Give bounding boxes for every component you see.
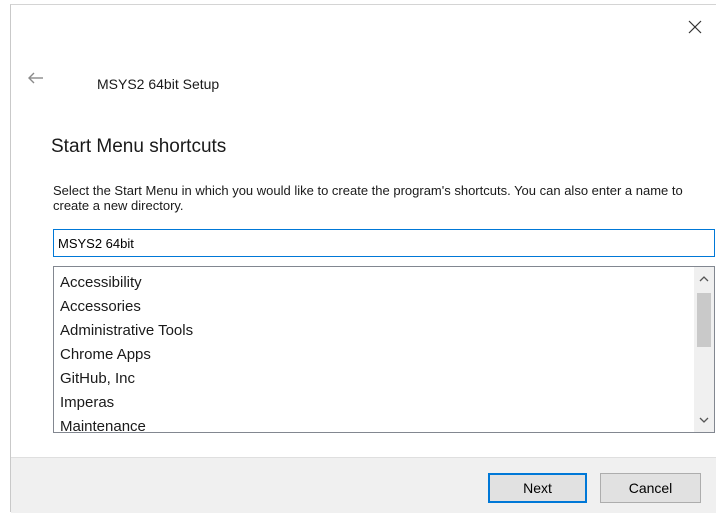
list-item[interactable]: Chrome Apps: [54, 343, 694, 367]
start-menu-folder-input[interactable]: [53, 229, 715, 257]
folder-list-items: Accessibility Accessories Administrative…: [54, 271, 694, 432]
chevron-up-icon: [699, 276, 709, 282]
list-item[interactable]: Imperas: [54, 391, 694, 415]
back-button[interactable]: [25, 69, 47, 87]
setup-window: MSYS2 64bit Setup Start Menu shortcuts S…: [10, 4, 716, 513]
footer-bar: Next Cancel: [11, 457, 716, 513]
back-arrow-icon: [28, 72, 43, 84]
close-icon: [688, 20, 702, 34]
cancel-button[interactable]: Cancel: [600, 473, 701, 503]
list-item[interactable]: Accessories: [54, 295, 694, 319]
list-item[interactable]: Maintenance: [54, 415, 694, 432]
list-scrollbar[interactable]: [694, 267, 714, 432]
scroll-up-button[interactable]: [694, 269, 714, 289]
close-button[interactable]: [683, 15, 707, 39]
chevron-down-icon: [699, 417, 709, 423]
list-item[interactable]: GitHub, Inc: [54, 367, 694, 391]
next-button[interactable]: Next: [488, 473, 587, 503]
window-title: MSYS2 64bit Setup: [97, 76, 220, 92]
list-item[interactable]: Accessibility: [54, 271, 694, 295]
start-menu-folder-list[interactable]: Accessibility Accessories Administrative…: [53, 266, 715, 433]
list-item[interactable]: Administrative Tools: [54, 319, 694, 343]
scroll-down-button[interactable]: [694, 410, 714, 430]
page-heading: Start Menu shortcuts: [51, 136, 227, 157]
page-description: Select the Start Menu in which you would…: [53, 183, 683, 213]
scroll-thumb[interactable]: [697, 293, 711, 347]
